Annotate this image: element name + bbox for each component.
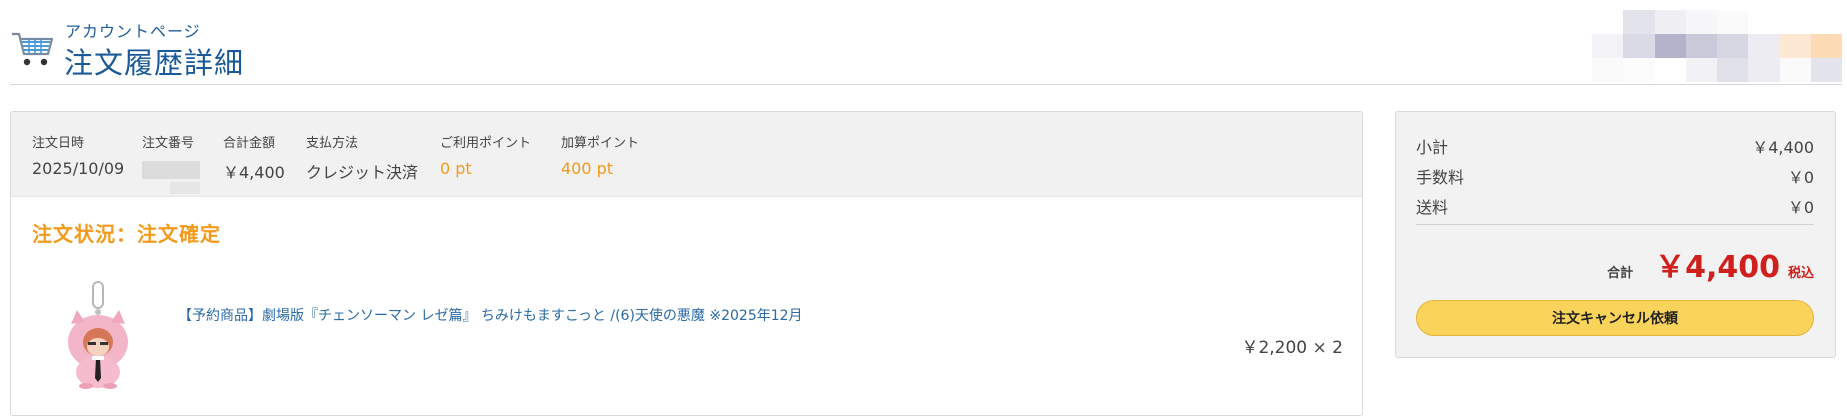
shipping-value: ￥0 (1787, 198, 1814, 217)
order-number-redacted (142, 159, 200, 198)
fee-value: ￥0 (1787, 168, 1814, 187)
subtotal-row: 小計 ￥4,400 (1416, 134, 1814, 158)
order-detail-card: 注文日時 2025/10/09 注文番号 合計金額 ￥4,400 支払方法 クレ… (10, 111, 1363, 416)
fee-label: 手数料 (1416, 168, 1465, 187)
cancel-order-button[interactable]: 注文キャンセル依頼 (1416, 300, 1814, 336)
points-earned: 加算ポイント 400 pt (561, 136, 640, 178)
blurred-user-banner (1592, 10, 1842, 82)
product-image[interactable] (61, 280, 137, 390)
page-header: アカウントページ 注文履歴詳細 (0, 0, 1847, 86)
product-name-link[interactable]: 【予約商品】劇場版『チェンソーマン レゼ篇』 ちみけもますこっと /(6)天使の… (178, 305, 803, 325)
page-subtitle: アカウントページ (65, 22, 201, 41)
fee-row: 手数料 ￥0 (1416, 164, 1814, 188)
total-value: ￥4,400 (1655, 250, 1780, 285)
payment-method: 支払方法 クレジット決済 (306, 136, 419, 182)
order-summary-card: 小計 ￥4,400 手数料 ￥0 送料 ￥0 合計 ￥4,400 税込 注文キャ… (1395, 111, 1836, 358)
order-date: 注文日時 2025/10/09 (32, 136, 125, 178)
subtotal-label: 小計 (1416, 138, 1449, 157)
order-status: 注文状況：注文確定 (32, 222, 221, 246)
subtotal-value: ￥4,400 (1752, 138, 1814, 157)
shipping-row: 送料 ￥0 (1416, 194, 1814, 218)
header-divider (10, 84, 1842, 85)
total-label: 合計 (1607, 266, 1634, 281)
points-used: ご利用ポイント 0 pt (440, 136, 532, 178)
product-price-quantity: ￥2,200 × 2 (1241, 338, 1343, 358)
order-total: 合計金額 ￥4,400 (223, 136, 285, 182)
tax-included-label: 税込 (1787, 266, 1814, 281)
grand-total: 合計 ￥4,400 税込 (1607, 242, 1814, 286)
shipping-label: 送料 (1416, 198, 1449, 217)
page-title: 注文履歴詳細 (64, 46, 245, 80)
order-meta-bar: 注文日時 2025/10/09 注文番号 合計金額 ￥4,400 支払方法 クレ… (11, 112, 1362, 197)
order-number: 注文番号 (142, 132, 200, 198)
summary-divider (1416, 224, 1814, 225)
cart-icon (12, 32, 54, 66)
